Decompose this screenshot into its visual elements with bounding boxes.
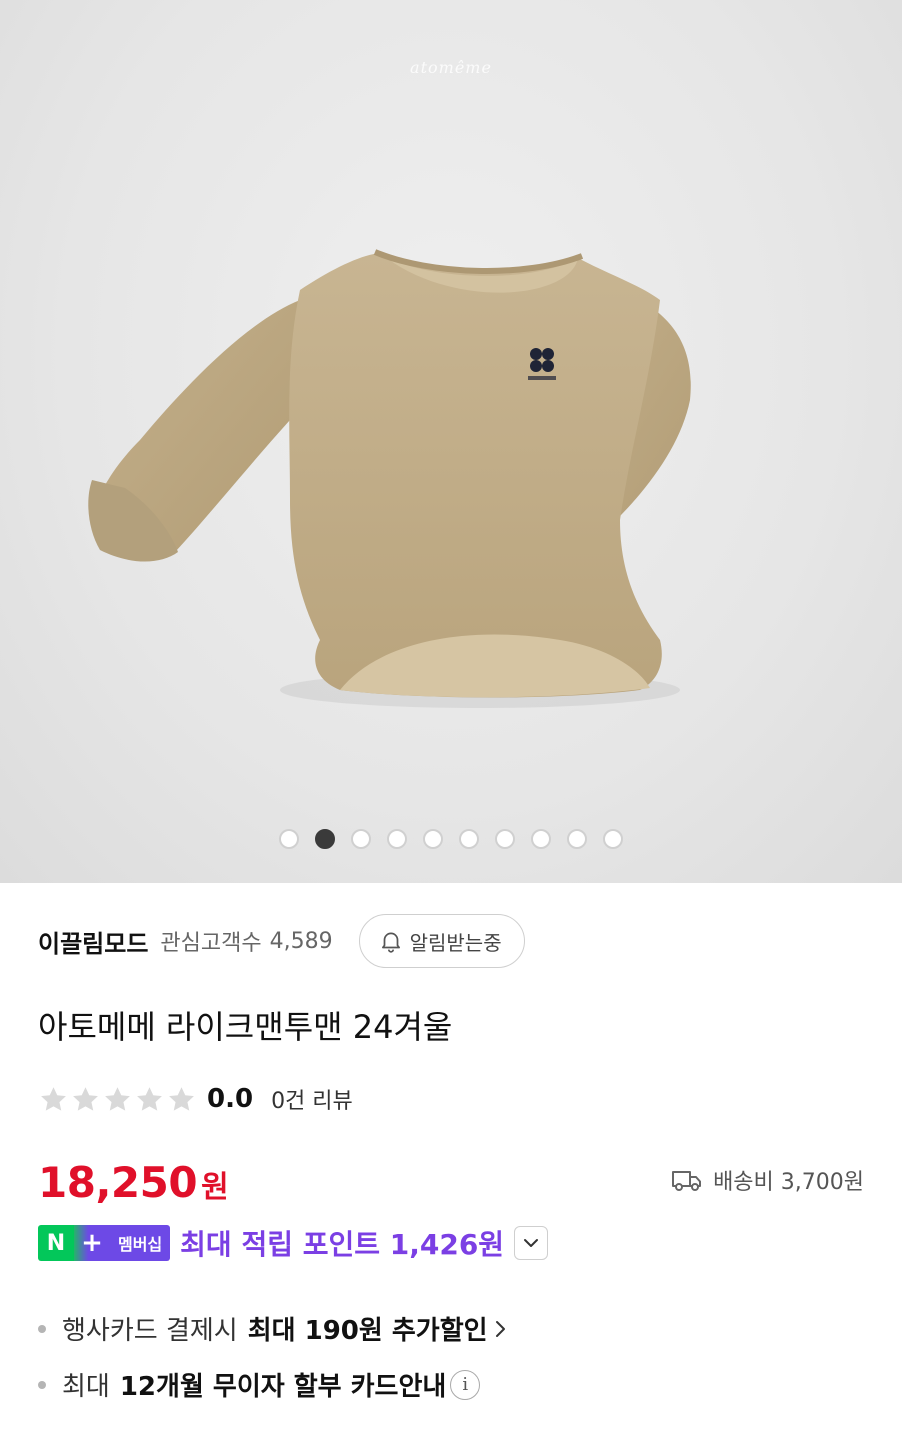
bullet [38,1324,46,1333]
rating-row[interactable]: 0.0 0건 리뷰 [38,1080,353,1118]
bell-icon [381,932,400,953]
expand-points-button[interactable] [514,1226,549,1260]
store-name[interactable]: 이끌림모드 [38,924,148,959]
installment-benefit[interactable]: 최대 12개월 무이자 할부 카드안내 i [38,1366,481,1403]
star-icon [105,1086,130,1111]
fan-count: 4,589 [269,928,333,954]
chevron-right-icon [495,1320,505,1337]
plus-icon: + [74,1225,110,1261]
installment-prefix: 최대 [62,1372,110,1402]
bullet [38,1380,46,1389]
store-row: 이끌림모드 관심고객수 4,589 알림받는중 [38,914,525,968]
carousel-dot[interactable] [315,829,335,849]
naver-plus-membership-badge: N + 멤버십 [38,1225,171,1261]
membership-points-row[interactable]: N + 멤버십 최대 적립 포인트 1,426원 [38,1224,549,1262]
shipping-fee: 배송비 3,700원 [671,1164,864,1196]
fan-label: 관심고객수 [160,931,262,956]
card-discount-amount: 최대 190원 추가할인 [247,1316,488,1346]
carousel-dot[interactable] [351,829,371,849]
product-title: 아토메메 라이크맨투맨 24겨울 [38,1008,453,1046]
naver-n-logo: N [38,1225,74,1261]
rating-stars [38,1084,197,1115]
star-icon [41,1086,66,1111]
membership-label: 멤버십 [110,1225,171,1261]
carousel-dot[interactable] [423,829,443,849]
rating-value: 0.0 [207,1084,254,1114]
star-icon [73,1086,98,1111]
notification-button-label: 알림받는중 [409,930,502,955]
carousel-dot[interactable] [459,829,479,849]
info-icon[interactable]: i [450,1369,481,1400]
star-icon [137,1086,162,1111]
card-discount-benefit[interactable]: 행사카드 결제시 최대 190원 추가할인 [38,1310,508,1347]
review-count-link[interactable]: 0건 리뷰 [271,1083,353,1115]
price: 18,250 원 [38,1158,229,1207]
product-photo [88,249,691,708]
chevron-down-icon [524,1239,539,1247]
price-value: 18,250 [38,1158,198,1207]
shipping-fee-label: 배송비 3,700원 [713,1170,864,1195]
carousel-dot[interactable] [531,829,551,849]
carousel-dot[interactable] [279,829,299,849]
card-discount-prefix: 행사카드 결제시 [62,1316,238,1346]
star-icon [169,1086,194,1111]
carousel-dot[interactable] [603,829,623,849]
carousel-indicators [0,829,902,849]
carousel-dot[interactable] [567,829,587,849]
installment-info: 12개월 무이자 할부 카드안내 [119,1372,447,1402]
max-points-text: 최대 적립 포인트 1,426원 [180,1228,505,1261]
notification-subscribed-button[interactable]: 알림받는중 [358,914,525,968]
truck-icon [672,1171,702,1191]
product-image-carousel[interactable]: atomême [0,0,902,883]
carousel-dot[interactable] [495,829,515,849]
carousel-dot[interactable] [387,829,407,849]
price-unit: 원 [201,1170,229,1205]
